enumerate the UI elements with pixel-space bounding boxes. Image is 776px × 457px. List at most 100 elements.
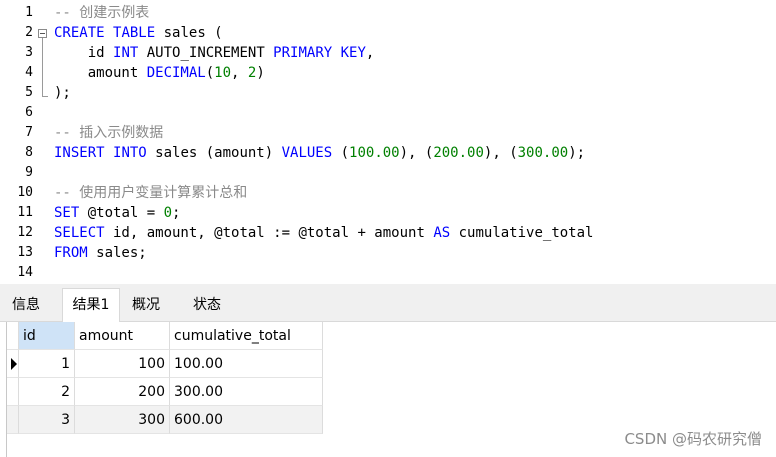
code-token: );	[568, 145, 586, 161]
watermark: CSDN @码农研究僧	[624, 430, 762, 448]
code-token: DECIMAL	[146, 65, 206, 81]
cell-id[interactable]: 3	[19, 406, 75, 434]
code-token: -- 插入示例数据	[54, 125, 164, 141]
line-number: 1	[25, 5, 33, 20]
code-token: ), (	[399, 145, 434, 161]
code-token: FROM	[54, 245, 88, 261]
cell-cumulative-total[interactable]: 100.00	[170, 350, 323, 378]
cell-cumulative-total[interactable]: 600.00	[170, 406, 323, 434]
code-token: cumulative_total	[450, 225, 594, 241]
code-token: id, amount, @total := @total + amount	[104, 225, 434, 241]
code-text: SELECT id, amount, @total := @total + am…	[54, 223, 593, 243]
row-indicator[interactable]	[7, 378, 19, 406]
code-token: sales (amount)	[146, 145, 282, 161]
code-token: @total =	[79, 205, 164, 221]
tab-status[interactable]: 状态	[182, 290, 232, 320]
code-token: ), (	[483, 145, 518, 161]
code-token: 300.00	[517, 145, 569, 161]
code-token: SET	[54, 205, 80, 221]
line-number: 11	[17, 205, 33, 220]
cell-amount[interactable]: 200	[75, 378, 170, 406]
code-token: ,	[365, 45, 375, 61]
code-line[interactable]: 12 SELECT id, amount, @total := @total + …	[0, 223, 776, 243]
code-text: -- 创建示例表	[54, 3, 149, 23]
code-token: ;	[172, 205, 181, 221]
code-token: AUTO_INCREMENT	[138, 45, 274, 61]
line-number: 3	[25, 45, 33, 60]
code-token: id	[54, 45, 114, 61]
table-row[interactable]: 3 300 600.00	[7, 406, 323, 434]
code-line[interactable]: 14	[0, 263, 776, 283]
code-line[interactable]: 10 -- 使用用户变量计算累计总和	[0, 183, 776, 203]
code-token: -- 使用用户变量计算累计总和	[54, 185, 248, 201]
code-line[interactable]: 3 id INT AUTO_INCREMENT PRIMARY KEY,	[0, 43, 776, 63]
code-line[interactable]: 2 CREATE TABLE sales (	[0, 23, 776, 43]
code-token: sales (	[155, 25, 223, 41]
code-token: 100.00	[349, 145, 400, 161]
row-indicator-header	[7, 322, 19, 350]
fold-guide	[42, 38, 43, 96]
code-token: 200.00	[433, 145, 484, 161]
code-token: 0	[163, 205, 173, 221]
cell-amount[interactable]: 300	[75, 406, 170, 434]
column-header-cumulative-total[interactable]: cumulative_total	[170, 322, 323, 350]
tab-profile[interactable]: 概况	[124, 290, 168, 320]
line-number: 8	[25, 145, 33, 160]
code-line[interactable]: 8 INSERT INTO sales (amount) VALUES (100.…	[0, 143, 776, 163]
cell-id[interactable]: 2	[19, 378, 75, 406]
code-line[interactable]: 4 amount DECIMAL(10, 2)	[0, 63, 776, 83]
cell-cumulative-total[interactable]: 300.00	[170, 378, 323, 406]
code-text: SET @total = 0;	[54, 203, 180, 223]
line-number: 9	[25, 165, 33, 180]
tab-info[interactable]: 信息	[6, 290, 46, 320]
line-number: 14	[17, 265, 33, 280]
column-header-id[interactable]: id	[19, 322, 75, 350]
table-row[interactable]: 1 100 100.00	[7, 350, 323, 378]
code-text: -- 插入示例数据	[54, 123, 163, 143]
tab-result-1[interactable]: 结果1	[62, 288, 120, 322]
code-token: -- 创建示例表	[54, 5, 150, 21]
code-line[interactable]: 1 -- 创建示例表	[0, 3, 776, 23]
cell-amount[interactable]: 100	[75, 350, 170, 378]
line-number: 10	[17, 185, 33, 200]
code-token: )	[256, 65, 265, 81]
code-token: ,	[231, 65, 248, 81]
column-header-amount[interactable]: amount	[75, 322, 170, 350]
line-number: 6	[25, 105, 33, 120]
code-token: AS	[433, 225, 451, 241]
result-grid-area: id amount cumulative_total 1 100 100.00 …	[0, 322, 776, 457]
code-text: INSERT INTO sales (amount) VALUES (100.0…	[54, 143, 585, 163]
code-token: VALUES	[281, 145, 333, 161]
cell-id[interactable]: 1	[19, 350, 75, 378]
code-text: id INT AUTO_INCREMENT PRIMARY KEY,	[54, 43, 375, 63]
code-token: (	[332, 145, 350, 161]
code-line[interactable]: 11 SET @total = 0;	[0, 203, 776, 223]
code-token: INT	[113, 45, 139, 61]
code-line[interactable]: 5);	[0, 83, 776, 103]
code-token: SELECT	[54, 225, 105, 241]
code-line[interactable]: 13 FROM sales;	[0, 243, 776, 263]
code-line[interactable]: 7 -- 插入示例数据	[0, 123, 776, 143]
line-number: 7	[25, 125, 33, 140]
code-line[interactable]: 6	[0, 103, 776, 123]
fold-toggle-icon[interactable]	[38, 29, 47, 38]
code-token: KEY	[340, 45, 366, 61]
code-token: INTO	[113, 145, 147, 161]
fold-guide-end	[42, 96, 48, 97]
row-indicator[interactable]	[7, 350, 19, 378]
sql-editor[interactable]: 1 -- 创建示例表 2 CREATE TABLE sales (3 id INT A…	[0, 0, 776, 284]
code-line[interactable]: 9	[0, 163, 776, 183]
current-row-pointer-icon	[11, 358, 17, 370]
code-token: 10	[214, 65, 232, 81]
line-number: 13	[17, 245, 33, 260]
line-number: 4	[25, 65, 33, 80]
row-indicator[interactable]	[7, 406, 19, 434]
code-token: PRIMARY	[273, 45, 333, 61]
code-text: );	[54, 83, 71, 103]
result-tab-bar: 信息 结果1 概况 状态	[0, 284, 776, 322]
table-row[interactable]: 2 200 300.00	[7, 378, 323, 406]
code-text: amount DECIMAL(10, 2)	[54, 63, 265, 83]
